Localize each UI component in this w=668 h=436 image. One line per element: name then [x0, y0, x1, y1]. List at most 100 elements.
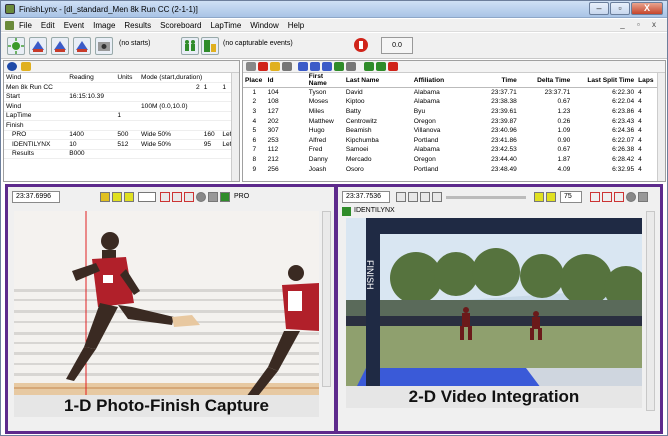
start-gun-alt-icon[interactable] — [51, 37, 69, 55]
flag-icon[interactable] — [21, 62, 31, 71]
minimize-button[interactable]: – — [589, 2, 609, 15]
event-row[interactable]: Men 8k Run CC 2 1 1 — [4, 82, 239, 93]
event-row[interactable]: LapTime 1 — [4, 111, 239, 121]
document-icon[interactable] — [5, 20, 14, 30]
video-scrubber[interactable] — [446, 196, 526, 199]
event-row[interactable]: Finish — [4, 120, 239, 131]
red-marker-icon[interactable] — [160, 192, 170, 202]
marker-split-icon[interactable] — [184, 192, 194, 202]
event-row[interactable]: Wind 100M (0.0,10.0) — [4, 101, 239, 112]
rewind-icon[interactable] — [408, 192, 418, 202]
video-zoom-in-icon[interactable] — [546, 192, 556, 202]
gun-icon[interactable] — [310, 62, 320, 71]
event-cell — [138, 120, 202, 131]
event-cell: Wide 50% — [138, 139, 202, 150]
video-scrollbar[interactable] — [646, 211, 655, 411]
camera-icon[interactable] — [95, 37, 113, 55]
gun-alt-icon[interactable] — [322, 62, 332, 71]
zoom-select[interactable] — [138, 192, 156, 202]
delete-icon[interactable] — [258, 62, 268, 71]
event-cell: 1 — [201, 82, 221, 93]
contrast-icon[interactable] — [196, 192, 206, 202]
event-row[interactable]: IDENTILYNX 10 512 Wide 50% 95 Left — [4, 139, 239, 150]
marker-icon[interactable] — [172, 192, 182, 202]
print-photo-icon[interactable] — [208, 192, 218, 202]
edit-icon[interactable] — [334, 62, 344, 71]
event-cell: Wide 50% — [138, 130, 202, 140]
mdi-controls[interactable]: _ ▫ x — [620, 20, 661, 29]
menu-file[interactable]: File — [19, 21, 32, 30]
video-print-icon[interactable] — [638, 192, 648, 202]
event-cell: 100M (0.0,10.0) — [138, 101, 202, 112]
result-row[interactable]: 3 127 Miles Batty Byu 23:39.61 1.23 6:23.86 4 — [243, 107, 665, 117]
sort-icon[interactable] — [298, 62, 308, 71]
photo-finish-pane: 23:37.6996 PRO 1-D Photo-Finish Capture — [8, 187, 334, 431]
video-marker-icon[interactable] — [590, 192, 600, 202]
video-contrast-icon[interactable] — [626, 192, 636, 202]
forward-icon[interactable] — [420, 192, 430, 202]
zoom-in-icon[interactable] — [124, 192, 134, 202]
menu-event[interactable]: Event — [64, 21, 84, 30]
video-split-icon[interactable] — [614, 192, 624, 202]
play-icon[interactable] — [396, 192, 406, 202]
export-icon[interactable] — [346, 62, 356, 71]
result-cell: 6:32.95 — [612, 165, 635, 173]
menu-image[interactable]: Image — [93, 21, 115, 30]
result-cell: 0.90 — [557, 136, 571, 144]
photo-finish-image[interactable]: 1-D Photo-Finish Capture — [14, 211, 319, 417]
step-icon[interactable] — [432, 192, 442, 202]
menu-scoreboard[interactable]: Scoreboard — [160, 21, 201, 30]
col-wind: Wind — [4, 73, 68, 83]
camera-select-icon[interactable] — [220, 192, 230, 202]
sun-icon[interactable] — [7, 37, 25, 55]
event-row[interactable]: PRO 1400 500 Wide 50% 160 Left — [4, 130, 239, 140]
stop-icon[interactable] — [353, 37, 371, 55]
video-marker-alt-icon[interactable] — [602, 192, 612, 202]
event-row[interactable]: Results B000 — [4, 149, 239, 159]
result-row[interactable]: 5 307 Hugo Beamish Villanova 23:40.96 1.09 6:24… — [243, 126, 665, 136]
capture-icon[interactable] — [201, 37, 219, 55]
runners-icon[interactable] — [181, 37, 199, 55]
start-gun-icon[interactable] — [29, 37, 47, 55]
result-row[interactable]: 1 104 Tyson David Alabama 23:37.71 23:37.71 6:2… — [243, 88, 665, 98]
result-cell: 0.67 — [557, 146, 571, 154]
event-cell: 95 — [201, 139, 221, 150]
start-list-icon[interactable] — [73, 37, 91, 55]
result-row[interactable]: 9 256 Joash Osoro Portland 23:48.49 4.09 6:32.9… — [243, 164, 665, 174]
menu-bar: File Edit Event Image Results Scoreboard… — [1, 19, 667, 32]
search-icon[interactable] — [270, 62, 280, 71]
event-row[interactable]: Start 16:15:10.39 — [4, 92, 239, 102]
results-scrollbar[interactable] — [657, 73, 665, 181]
close-button[interactable]: X — [631, 2, 663, 15]
col-id: Id — [265, 73, 307, 88]
video-frame-image[interactable]: FINISH 2-D Video Integration — [346, 218, 642, 408]
image-icon[interactable] — [100, 192, 110, 202]
plus-icon[interactable] — [376, 62, 386, 71]
result-row[interactable]: 6 253 Alfred Kipchumba Portland 23:41.86 0.90 6… — [243, 135, 665, 145]
result-cell: Moses — [308, 98, 329, 106]
event-cell — [67, 82, 116, 93]
result-row[interactable]: 8 212 Danny Mercado Oregon 23:44.40 1.87 6:28.4… — [243, 155, 665, 165]
print-icon[interactable] — [282, 62, 292, 71]
result-row[interactable]: 2 108 Moses Kiptoo Alabama 23:38.38 0.67 6:22.0… — [243, 97, 665, 107]
menu-laptime[interactable]: LapTime — [210, 21, 241, 30]
remove-icon[interactable] — [388, 62, 398, 71]
menu-results[interactable]: Results — [124, 21, 151, 30]
zoom-level[interactable]: 75 — [560, 191, 582, 203]
zoom-out-icon[interactable] — [112, 192, 122, 202]
event-cell — [201, 120, 221, 131]
arrow-icon[interactable] — [364, 62, 374, 71]
event-cell: 1 — [115, 111, 139, 121]
menu-help[interactable]: Help — [288, 21, 304, 30]
result-cell: Batty — [345, 107, 361, 115]
grid-icon[interactable] — [246, 62, 256, 71]
event-scrollbar[interactable] — [231, 73, 239, 181]
menu-edit[interactable]: Edit — [41, 21, 55, 30]
maximize-button[interactable]: ▫ — [610, 2, 630, 15]
result-row[interactable]: 4 202 Matthew Centrowitz Oregon 23:39.87 0.26 6… — [243, 116, 665, 126]
result-row[interactable]: 7 112 Fred Samoei Alabama 23:42.53 0.67 6:26.38… — [243, 145, 665, 155]
video-zoom-out-icon[interactable] — [534, 192, 544, 202]
menu-window[interactable]: Window — [250, 21, 278, 30]
info-icon[interactable] — [7, 62, 17, 71]
photo-scrollbar[interactable] — [322, 211, 331, 387]
